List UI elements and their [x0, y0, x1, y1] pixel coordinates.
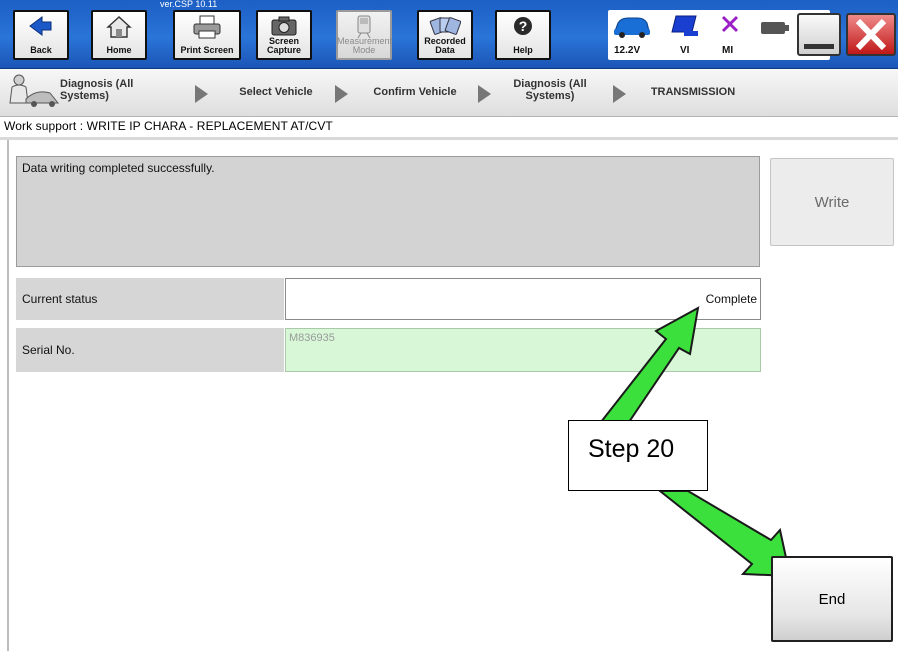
car-battery-icon [614, 17, 650, 38]
svg-text:?: ? [519, 18, 528, 34]
print-screen-button[interactable]: Print Screen [173, 10, 241, 60]
recorded-data-icon [429, 17, 461, 35]
page-title: Work support : WRITE IP CHARA - REPLACEM… [4, 119, 333, 133]
measurement-mode-button[interactable]: Measurement Mode [336, 10, 392, 60]
top-toolbar: ver.CSP 10.11 Back Home Print Screen Scr… [0, 0, 898, 69]
measurement-mode-label: Measurement Mode [337, 36, 393, 55]
measurement-icon [357, 15, 371, 39]
back-button[interactable]: Back [13, 10, 69, 60]
message-box: Data writing completed successfully. [16, 156, 760, 267]
vi-label: VI [680, 45, 690, 56]
breadcrumb-item-confirm-vehicle[interactable]: Confirm Vehicle [360, 86, 470, 98]
step-callout: Step 20 [568, 420, 708, 491]
serial-no-label: Serial No. [16, 328, 284, 372]
breadcrumb-item-select-vehicle[interactable]: Select Vehicle [226, 86, 326, 98]
recorded-data-label: Recorded Data [424, 36, 466, 55]
title-divider [0, 137, 898, 140]
close-icon [855, 18, 887, 51]
help-icon: ? [514, 17, 532, 35]
breadcrumb: Diagnosis (All Systems) Select Vehicle C… [0, 69, 898, 117]
print-screen-label: Print Screen [180, 45, 234, 55]
mi-label: MI [722, 45, 734, 56]
write-button[interactable]: Write [770, 158, 894, 246]
breadcrumb-item-transmission[interactable]: TRANSMISSION [638, 86, 748, 98]
battery-icon [761, 22, 789, 34]
screen-capture-button[interactable]: Screen Capture [256, 10, 312, 60]
battery-voltage: 12.2V [614, 45, 641, 56]
close-button[interactable] [846, 13, 896, 56]
home-icon [106, 16, 132, 38]
version-label: ver.CSP 10.11 [160, 0, 218, 9]
help-button[interactable]: ? Help [495, 10, 551, 60]
end-button[interactable]: End [771, 556, 893, 642]
serial-no-field[interactable]: M836935 [285, 328, 761, 372]
breadcrumb-arrow-icon [613, 85, 626, 103]
screen-capture-label: Screen Capture [266, 36, 301, 55]
minimize-button[interactable] [797, 13, 841, 56]
back-arrow-icon [29, 16, 52, 36]
breadcrumb-item-diagnosis-all-systems[interactable]: Diagnosis (All Systems) [60, 78, 170, 102]
breadcrumb-arrow-icon [478, 85, 491, 103]
minimize-icon [804, 44, 834, 49]
left-border [7, 140, 9, 651]
breadcrumb-arrow-icon [335, 85, 348, 103]
vi-connection-icon [671, 15, 698, 36]
technician-icon [9, 74, 60, 107]
back-button-label: Back [30, 45, 52, 55]
printer-icon [193, 15, 221, 39]
mi-disconnected-icon [721, 15, 739, 33]
home-button-label: Home [106, 45, 132, 55]
recorded-data-button[interactable]: Recorded Data [417, 10, 473, 60]
current-status-label: Current status [16, 278, 284, 320]
breadcrumb-item-diagnosis-all-systems-2[interactable]: Diagnosis (All Systems) [500, 78, 600, 102]
home-button[interactable]: Home [91, 10, 147, 60]
breadcrumb-arrow-icon [195, 85, 208, 103]
help-button-label: Help [513, 45, 533, 55]
camera-icon [271, 16, 297, 36]
current-status-value: Complete [285, 278, 761, 320]
